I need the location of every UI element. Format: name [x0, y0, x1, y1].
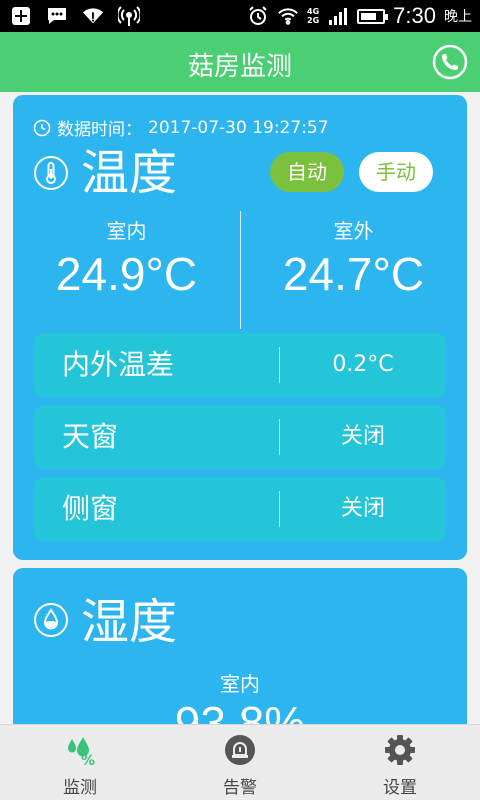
skylight-row[interactable]: 天窗 关闭	[34, 405, 446, 469]
alarm-icon	[225, 735, 255, 765]
row-value: 0.2°C	[332, 352, 394, 377]
network-4g-label: 4G	[307, 7, 320, 16]
row-value: 关闭	[340, 424, 385, 449]
clock-time: 7:30	[393, 3, 436, 28]
gear-icon	[385, 735, 415, 765]
nav-item-settings[interactable]: 设置	[320, 725, 480, 800]
thermometer-icon	[34, 156, 68, 190]
bottom-navigation: % 监测 告警 设置	[0, 724, 480, 800]
message-icon	[46, 5, 68, 27]
nav-label: 告警	[223, 778, 257, 798]
app-bar: 菇房监测	[0, 32, 480, 92]
monitor-icon: %	[68, 737, 95, 767]
nav-item-monitor[interactable]: % 监测	[0, 725, 160, 800]
wifi-alert-icon	[82, 5, 104, 27]
outdoor-label: 室外	[333, 219, 374, 243]
temperature-difference-row: 内外温差 0.2°C	[34, 333, 446, 397]
hotspot-icon	[118, 5, 140, 27]
clock-icon	[33, 119, 51, 136]
humidity-indoor-value: 93.8%	[174, 697, 306, 724]
network-2g-label: 2G	[307, 16, 320, 25]
nav-label: 设置	[383, 778, 417, 798]
alarm-clock-icon	[247, 5, 269, 27]
auto-mode-button[interactable]: 自动	[270, 152, 344, 192]
humidity-title: 湿度	[81, 594, 178, 650]
temperature-card: 数据时间： 2017-07-30 19:27:57 温度 自动 手动 室内 24…	[13, 95, 467, 560]
data-timestamp: 数据时间： 2017-07-30 19:27:57	[33, 115, 329, 140]
status-bar: 4G 2G 7:30 晚上	[0, 0, 480, 32]
status-system: 4G 2G 7:30 晚上	[247, 3, 472, 29]
signal-icon	[327, 5, 349, 27]
row-label: 侧窗	[62, 492, 119, 525]
battery-icon	[357, 8, 389, 24]
humidity-indoor-label: 室内	[220, 672, 260, 696]
side-window-row[interactable]: 侧窗 关闭	[34, 477, 446, 541]
page-title: 菇房监测	[187, 52, 292, 82]
humidity-card: 湿度 室内 93.8%	[13, 568, 467, 724]
svg-text:%: %	[81, 753, 95, 767]
nav-item-alarm[interactable]: 告警	[160, 725, 320, 800]
water-drop-icon	[34, 603, 68, 637]
phone-icon	[432, 44, 468, 80]
row-value: 关闭	[340, 496, 385, 521]
wifi-icon	[277, 5, 299, 27]
indoor-temperature-value: 24.9°C	[55, 248, 198, 300]
clock-ampm: 晚上	[444, 9, 472, 25]
indoor-label: 室内	[106, 219, 147, 243]
call-button[interactable]	[432, 44, 468, 80]
timestamp-label: 数据时间：	[57, 120, 142, 140]
row-label: 内外温差	[62, 348, 175, 381]
monitor-content[interactable]: 数据时间： 2017-07-30 19:27:57 温度 自动 手动 室内 24…	[0, 92, 480, 724]
status-notifications	[10, 5, 140, 27]
temperature-title: 温度	[81, 145, 178, 201]
battery-fill	[361, 12, 377, 20]
nav-label: 监测	[63, 778, 97, 798]
timestamp-value: 2017-07-30 19:27:57	[148, 117, 329, 138]
network-type: 4G 2G	[307, 7, 319, 25]
row-label: 天窗	[62, 420, 119, 453]
manual-mode-button[interactable]: 手动	[359, 152, 433, 192]
outdoor-temperature-value: 24.7°C	[282, 248, 425, 300]
add-notification-icon	[10, 5, 32, 27]
